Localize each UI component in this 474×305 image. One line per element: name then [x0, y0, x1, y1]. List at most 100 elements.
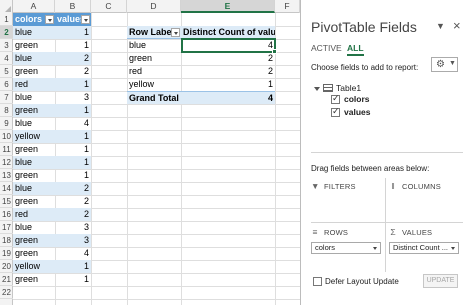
table-cell-value[interactable]: 3 — [55, 91, 91, 104]
row-header-16[interactable]: 16 — [0, 208, 13, 221]
spreadsheet-grid[interactable]: A B C D E F 1 2 3 4 5 6 7 8 9 10 11 12 1… — [0, 0, 300, 305]
table-cell-value[interactable]: 2 — [55, 65, 91, 78]
pivot-grand-total-value[interactable]: 4 — [181, 91, 275, 104]
column-header-d[interactable]: D — [127, 0, 181, 13]
tab-all[interactable]: ALL — [347, 43, 364, 56]
table-cell-color[interactable]: blue — [13, 26, 55, 39]
rows-field-chip[interactable]: colors — [311, 242, 381, 254]
filter-dropdown-icon[interactable] — [171, 28, 180, 37]
pane-options-dropdown-icon[interactable]: ▼ — [436, 21, 445, 31]
pivot-row-label[interactable]: yellow — [127, 78, 181, 91]
row-header-12[interactable]: 12 — [0, 156, 13, 169]
row-header-21[interactable]: 21 — [0, 273, 13, 286]
collapse-icon[interactable] — [314, 87, 320, 91]
filter-dropdown-icon[interactable] — [81, 15, 90, 24]
table-cell-color[interactable]: blue — [13, 221, 55, 234]
table-cell-color[interactable]: red — [13, 78, 55, 91]
table-cell-color[interactable]: green — [13, 273, 55, 286]
row-header-2[interactable]: 2 — [0, 26, 13, 39]
table-cell-color[interactable]: green — [13, 195, 55, 208]
column-header-f[interactable]: F — [275, 0, 300, 13]
table-cell-value[interactable]: 4 — [55, 117, 91, 130]
table-cell-color[interactable]: green — [13, 104, 55, 117]
column-header-a[interactable]: A — [13, 0, 55, 13]
table-cell-value[interactable]: 2 — [55, 208, 91, 221]
table-cell-value[interactable]: 2 — [55, 182, 91, 195]
row-header-8[interactable]: 8 — [0, 104, 13, 117]
column-header-b[interactable]: B — [55, 0, 91, 13]
tab-active[interactable]: ACTIVE — [311, 43, 342, 53]
row-header-9[interactable]: 9 — [0, 117, 13, 130]
pivot-row-label[interactable]: blue — [127, 39, 181, 52]
chevron-down-icon[interactable] — [373, 247, 377, 250]
column-header-c[interactable]: C — [91, 0, 127, 13]
table-cell-value[interactable]: 1 — [55, 260, 91, 273]
row-header-10[interactable]: 10 — [0, 130, 13, 143]
chevron-down-icon[interactable] — [451, 247, 455, 250]
table-header-values[interactable]: values — [55, 13, 91, 26]
fill-handle[interactable] — [272, 49, 277, 54]
values-area[interactable]: Σ VALUES Distinct Count ... — [389, 224, 463, 272]
row-header-6[interactable]: 6 — [0, 78, 13, 91]
table-cell-color[interactable]: green — [13, 234, 55, 247]
table-cell-value[interactable]: 1 — [55, 26, 91, 39]
rows-area[interactable]: ≡ ROWS colors — [311, 224, 385, 272]
values-field-chip[interactable]: Distinct Count ... — [389, 242, 459, 254]
column-header-e[interactable]: E — [181, 0, 275, 13]
table-cell-value[interactable]: 1 — [55, 78, 91, 91]
row-header-11[interactable]: 11 — [0, 143, 13, 156]
pivot-row-value[interactable]: 2 — [181, 65, 275, 78]
table-cell-color[interactable]: yellow — [13, 260, 55, 273]
field-checkbox[interactable] — [331, 93, 340, 104]
table-header-colors[interactable]: colors — [13, 13, 55, 26]
row-header-15[interactable]: 15 — [0, 195, 13, 208]
pivot-row-value[interactable]: 1 — [181, 78, 275, 91]
table-cell-value[interactable]: 2 — [55, 52, 91, 65]
row-header-17[interactable]: 17 — [0, 221, 13, 234]
table-cell-color[interactable]: blue — [13, 91, 55, 104]
table-cell-color[interactable]: yellow — [13, 130, 55, 143]
filters-area[interactable]: ▼ FILTERS — [311, 178, 385, 226]
pivot-header-row-labels[interactable]: Row Labels — [127, 26, 181, 39]
table-cell-value[interactable]: 1 — [55, 156, 91, 169]
table-cell-color[interactable]: blue — [13, 182, 55, 195]
field-list-settings-button[interactable]: ⚙ ▼ — [431, 57, 458, 72]
table-cell-color[interactable]: blue — [13, 156, 55, 169]
table-cell-value[interactable]: 1 — [55, 130, 91, 143]
row-header-7[interactable]: 7 — [0, 91, 13, 104]
table-cell-color[interactable]: green — [13, 247, 55, 260]
row-header-4[interactable]: 4 — [0, 52, 13, 65]
table-cell-color[interactable]: blue — [13, 117, 55, 130]
table-cell-value[interactable]: 1 — [55, 104, 91, 117]
pivot-row-label[interactable]: red — [127, 65, 181, 78]
update-button[interactable]: UPDATE — [423, 274, 458, 288]
columns-area[interactable]: ‖ COLUMNS — [389, 178, 463, 226]
table-cell-value[interactable]: 1 — [55, 143, 91, 156]
select-all-corner[interactable] — [0, 0, 13, 13]
table-cell-value[interactable]: 1 — [55, 273, 91, 286]
row-header-22[interactable]: 22 — [0, 286, 13, 299]
table-cell-color[interactable]: green — [13, 169, 55, 182]
row-header-14[interactable]: 14 — [0, 182, 13, 195]
row-header-3[interactable]: 3 — [0, 39, 13, 52]
field-checkbox[interactable] — [331, 106, 340, 117]
row-header-20[interactable]: 20 — [0, 260, 13, 273]
pivot-row-label[interactable]: green — [127, 52, 181, 65]
table-cell-color[interactable]: blue — [13, 52, 55, 65]
table-cell-color[interactable]: green — [13, 143, 55, 156]
table-cell-value[interactable]: 3 — [55, 234, 91, 247]
row-header-13[interactable]: 13 — [0, 169, 13, 182]
close-icon[interactable]: × — [453, 18, 461, 33]
table-cell-color[interactable]: green — [13, 65, 55, 78]
row-header-19[interactable]: 19 — [0, 247, 13, 260]
row-header-18[interactable]: 18 — [0, 234, 13, 247]
table-cell-value[interactable]: 4 — [55, 247, 91, 260]
filter-dropdown-icon[interactable] — [45, 15, 54, 24]
defer-layout-checkbox[interactable] — [313, 277, 322, 286]
table-cell-value[interactable]: 1 — [55, 39, 91, 52]
table-cell-value[interactable]: 1 — [55, 169, 91, 182]
row-header-5[interactable]: 5 — [0, 65, 13, 78]
row-header-1[interactable]: 1 — [0, 13, 13, 26]
table-cell-value[interactable]: 3 — [55, 221, 91, 234]
table-cell-color[interactable]: red — [13, 208, 55, 221]
